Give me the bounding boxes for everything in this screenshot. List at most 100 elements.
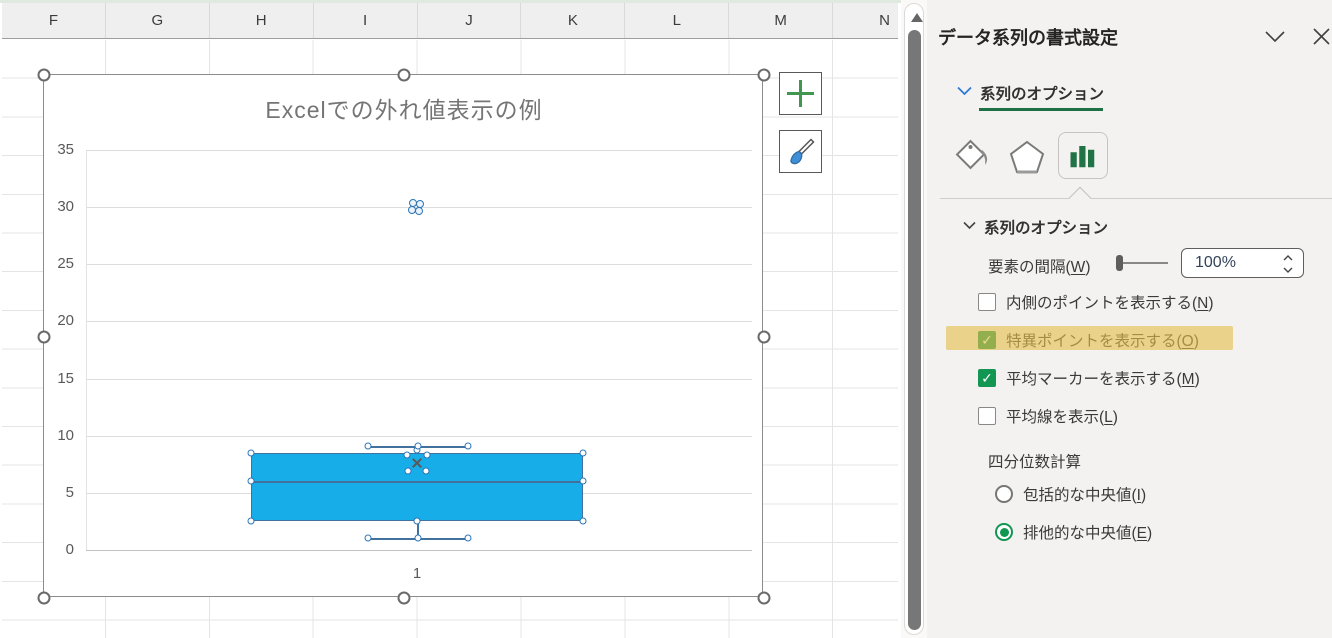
checkbox[interactable]: ✓ xyxy=(978,369,996,387)
excel-window: FGHIJKLMN Excelでの外れ値表示の例 35302520151050 … xyxy=(0,0,1332,638)
series-options-icon[interactable] xyxy=(1068,141,1098,171)
pane-title: データ系列の書式設定 xyxy=(938,24,1118,50)
checkbox-label: 内側のポイントを表示する(N) xyxy=(1006,291,1214,313)
column-header-J[interactable]: J xyxy=(418,3,522,38)
checkbox[interactable] xyxy=(978,407,996,425)
radio-button[interactable] xyxy=(995,523,1013,541)
column-header-M[interactable]: M xyxy=(729,3,833,38)
chart-resize-handle[interactable] xyxy=(38,331,51,344)
collapse-chevron-icon[interactable] xyxy=(957,86,972,96)
point-selection-handle xyxy=(365,443,372,450)
column-header-F[interactable]: F xyxy=(2,3,106,38)
column-header-I[interactable]: I xyxy=(314,3,418,38)
format-data-series-pane: データ系列の書式設定 系列のオプション xyxy=(927,0,1332,638)
fill-line-icon[interactable] xyxy=(953,137,995,177)
chart-resize-handle[interactable] xyxy=(758,69,771,82)
checkbox-label: 平均マーカーを表示する(M) xyxy=(1006,367,1200,389)
checkbox-row-O[interactable]: ✓ 特異ポイントを表示する(O) xyxy=(978,329,1199,351)
chart-title[interactable]: Excelでの外れ値表示の例 xyxy=(44,91,764,125)
point-selection-handle xyxy=(415,535,422,542)
y-axis-tick-label: 0 xyxy=(44,541,74,558)
box-whisker-chart[interactable]: Excelでの外れ値表示の例 35302520151050 1 xyxy=(43,74,763,597)
selected-tab-notch xyxy=(1069,187,1092,210)
scrollbar-track[interactable] xyxy=(904,3,924,635)
point-selection-handle xyxy=(580,518,587,525)
y-axis-tick-label: 5 xyxy=(44,484,74,501)
close-icon[interactable] xyxy=(1312,27,1331,46)
point-selection-handle xyxy=(365,535,372,542)
series-options-section-label[interactable]: 系列のオプション xyxy=(984,216,1108,238)
y-axis-tick-label: 15 xyxy=(44,370,74,387)
column-header-H[interactable]: H xyxy=(210,3,314,38)
chart-elements-button[interactable] xyxy=(779,72,822,115)
y-axis-tick-label: 20 xyxy=(44,312,74,329)
checkbox[interactable]: ✓ xyxy=(978,331,996,349)
mean-handle xyxy=(404,452,411,459)
y-axis-tick-label: 30 xyxy=(44,198,74,215)
mean-handle xyxy=(423,468,430,475)
chart-resize-handle[interactable] xyxy=(38,592,51,605)
tab-underline xyxy=(979,108,1103,111)
column-header-G[interactable]: G xyxy=(106,3,210,38)
y-axis-tick-label: 25 xyxy=(44,255,74,272)
median-line[interactable] xyxy=(251,481,583,483)
checkbox-row-M[interactable]: ✓ 平均マーカーを表示する(M) xyxy=(978,367,1200,389)
x-axis-tick-label: 1 xyxy=(387,565,447,582)
gridline xyxy=(86,150,752,151)
chart-resize-handle[interactable] xyxy=(758,592,771,605)
point-selection-handle xyxy=(415,443,422,450)
column-header-N[interactable]: N xyxy=(833,3,898,38)
point-selection-handle xyxy=(248,450,255,457)
gap-width-value[interactable]: 100% xyxy=(1195,254,1236,272)
point-selection-handle xyxy=(248,478,255,485)
checkbox-row-N[interactable]: 内側のポイントを表示する(N) xyxy=(978,291,1214,313)
gap-width-slider[interactable] xyxy=(1116,254,1170,272)
checkbox-label: 特異ポイントを表示する(O) xyxy=(1006,329,1199,351)
point-selection-handle xyxy=(465,535,472,542)
checkbox[interactable] xyxy=(978,293,996,311)
tab-divider xyxy=(940,198,1332,199)
scrollbar-thumb[interactable] xyxy=(908,30,921,630)
checkbox-label: 平均線を表示(L) xyxy=(1006,405,1118,427)
section-chevron-icon[interactable] xyxy=(963,221,976,230)
gridline xyxy=(86,550,752,551)
gridline xyxy=(86,321,752,322)
slider-track[interactable] xyxy=(1122,262,1168,264)
point-selection-handle xyxy=(248,518,255,525)
column-header-K[interactable]: K xyxy=(521,3,625,38)
point-selection-handle xyxy=(580,478,587,485)
chart-styles-button[interactable] xyxy=(779,130,822,173)
gridline xyxy=(86,379,752,380)
y-axis-tick-label: 35 xyxy=(44,141,74,158)
radio-label: 包括的な中央値(I) xyxy=(1023,483,1146,505)
slider-thumb[interactable] xyxy=(1116,255,1123,271)
chart-resize-handle[interactable] xyxy=(758,331,771,344)
radio-button[interactable] xyxy=(995,485,1013,503)
chevron-down-icon[interactable] xyxy=(1264,30,1286,44)
vertical-scrollbar[interactable] xyxy=(901,0,927,638)
quartile-calculation-label: 四分位数計算 xyxy=(988,450,1081,472)
point-selection-handle xyxy=(580,450,587,457)
chart-resize-handle[interactable] xyxy=(398,69,411,82)
column-headers: FGHIJKLMN xyxy=(2,3,898,39)
effects-icon[interactable] xyxy=(1008,139,1046,175)
scroll-up-arrow-icon[interactable] xyxy=(911,13,923,22)
checkbox-row-L[interactable]: 平均線を表示(L) xyxy=(978,405,1118,427)
column-header-L[interactable]: L xyxy=(625,3,729,38)
chart-resize-handle[interactable] xyxy=(398,592,411,605)
point-selection-handle xyxy=(414,518,421,525)
radio-row-E[interactable]: 排他的な中央値(E) xyxy=(995,521,1152,543)
plot-left-edge xyxy=(86,150,87,550)
paintbrush-icon xyxy=(786,137,816,167)
tab-group-label[interactable]: 系列のオプション xyxy=(980,82,1104,104)
gap-width-label: 要素の間隔(W) xyxy=(988,255,1090,277)
point-selection-handle xyxy=(465,443,472,450)
radio-row-I[interactable]: 包括的な中央値(I) xyxy=(995,483,1146,505)
chart-resize-handle[interactable] xyxy=(38,69,51,82)
gridline xyxy=(86,264,752,265)
mean-handle xyxy=(424,452,431,459)
mean-handle xyxy=(405,468,412,475)
gap-width-spinner[interactable]: 100% xyxy=(1181,248,1304,278)
radio-label: 排他的な中央値(E) xyxy=(1023,521,1152,543)
spinner-arrows-icon[interactable] xyxy=(1281,253,1295,275)
